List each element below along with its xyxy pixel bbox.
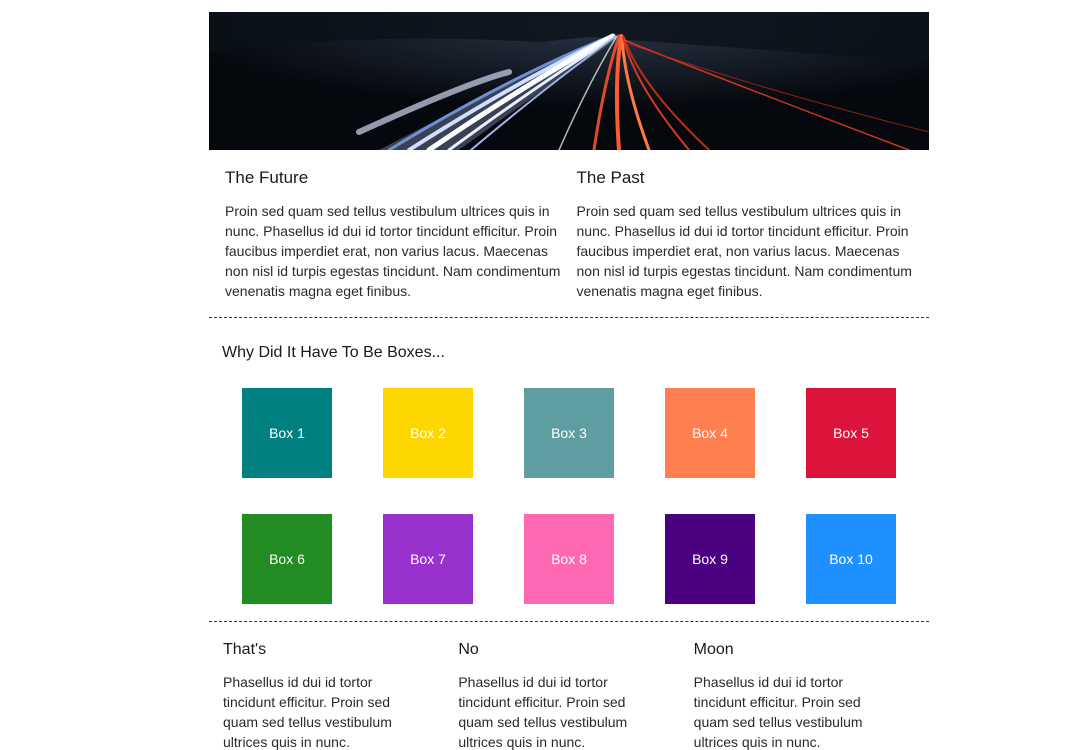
box-label: Box 9 — [692, 551, 728, 567]
box-grid: Box 1 Box 2 Box 3 Box 4 Box 5 Box 6 Box … — [242, 388, 896, 604]
box-label: Box 1 — [269, 425, 305, 441]
box-label: Box 7 — [410, 551, 446, 567]
footer-column-body: Phasellus id dui id tortor tincidunt eff… — [693, 674, 863, 750]
box-label: Box 3 — [551, 425, 587, 441]
footer-column-thats: That's Phasellus id dui id tortor tincid… — [223, 639, 403, 750]
footer-column-body: Phasellus id dui id tortor tincidunt eff… — [458, 674, 628, 750]
box-label: Box 8 — [551, 551, 587, 567]
articles-row: The Future Proin sed quam sed tellus ves… — [209, 150, 929, 317]
article-body: Proin sed quam sed tellus vestibulum ult… — [225, 203, 561, 299]
article-title: The Past — [576, 168, 645, 187]
footer-column-moon: Moon Phasellus id dui id tortor tincidun… — [694, 639, 874, 750]
article-past: The Past Proin sed quam sed tellus vesti… — [577, 167, 914, 317]
box-2[interactable]: Box 2 — [383, 388, 473, 478]
page-container: The Future Proin sed quam sed tellus ves… — [209, 0, 929, 750]
highway-light-trails-image — [209, 12, 929, 150]
article-future: The Future Proin sed quam sed tellus ves… — [225, 167, 562, 317]
box-1[interactable]: Box 1 — [242, 388, 332, 478]
footer-column-title: Moon — [693, 641, 734, 658]
footer-column-title: No — [458, 641, 479, 658]
box-6[interactable]: Box 6 — [242, 514, 332, 604]
box-4[interactable]: Box 4 — [665, 388, 755, 478]
boxes-heading: Why Did It Have To Be Boxes... — [222, 344, 445, 361]
article-body: Proin sed quam sed tellus vestibulum ult… — [576, 203, 912, 299]
article-title: The Future — [225, 168, 309, 187]
box-label: Box 10 — [829, 551, 873, 567]
footer-column-title: That's — [223, 641, 267, 658]
box-3[interactable]: Box 3 — [524, 388, 614, 478]
box-7[interactable]: Box 7 — [383, 514, 473, 604]
box-label: Box 5 — [833, 425, 869, 441]
box-label: Box 6 — [269, 551, 305, 567]
footer-column-body: Phasellus id dui id tortor tincidunt eff… — [223, 674, 392, 750]
footer-columns: That's Phasellus id dui id tortor tincid… — [209, 622, 929, 750]
box-9[interactable]: Box 9 — [665, 514, 755, 604]
footer-column-no: No Phasellus id dui id tortor tincidunt … — [458, 639, 638, 750]
box-8[interactable]: Box 8 — [524, 514, 614, 604]
box-label: Box 2 — [410, 425, 446, 441]
boxes-section: Why Did It Have To Be Boxes... Box 1 Box… — [209, 318, 929, 621]
box-5[interactable]: Box 5 — [806, 388, 896, 478]
hero-banner — [209, 12, 929, 150]
box-label: Box 4 — [692, 425, 728, 441]
box-10[interactable]: Box 10 — [806, 514, 896, 604]
